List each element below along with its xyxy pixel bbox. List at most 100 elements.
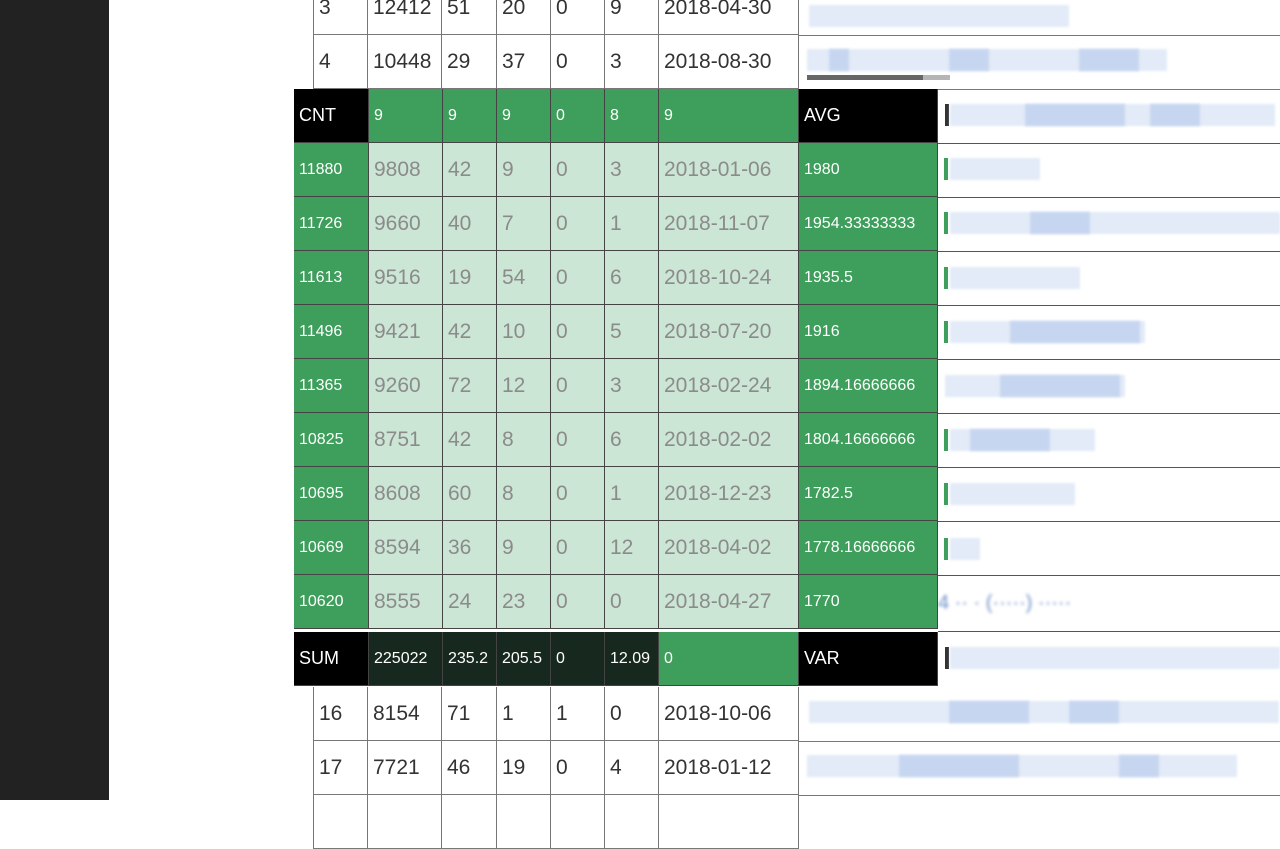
cell-date: 2018-12-23 [659,467,799,521]
cell-value: 9660 [369,197,443,251]
cell-value: 8 [497,467,551,521]
cell-value: 9260 [369,359,443,413]
table-row [0,795,1280,849]
cell-value: 42 [443,413,497,467]
row-id: 4 [313,35,368,89]
cell-date: 2018-02-02 [659,413,799,467]
cell-value: 4 [605,741,659,795]
cnt-value: 9 [497,89,551,143]
link-cell[interactable] [799,687,1280,742]
cnt-value: 8 [605,89,659,143]
avg-value: 1916 [799,305,938,359]
table-row: 16 8154 71 1 1 0 2018-10-06 [0,687,1280,742]
cell-value: 7 [497,197,551,251]
avg-value: 1778.16666666 [799,521,938,575]
cell-value: 0 [551,741,605,795]
sum-value: 0 [551,632,605,686]
cnt-value: 9 [659,89,799,143]
table-row: 4 10448 29 37 0 3 2018-08-30 [0,35,1280,90]
cell-value: 0 [551,143,605,197]
stats-row: 10669 8594 36 9 0 12 2018-04-02 1778.166… [294,521,1280,575]
cell-value: 0 [551,413,605,467]
cell-value: 0 [551,305,605,359]
sum-value: 235.2 [443,632,497,686]
cell-date: 2018-01-12 [659,741,799,795]
stats-footer-row: SUM 225022 235.2 205.5 0 12.09 0 VAR [294,632,1280,686]
cell-value: 9 [497,521,551,575]
left-sidebar [0,0,109,800]
cell-value: 10 [497,305,551,359]
cell-value: 0 [551,359,605,413]
cell-date: 2018-08-30 [659,35,799,89]
cnt-value: 0 [551,89,605,143]
cell-date: 2018-07-20 [659,305,799,359]
cell-date: 2018-11-07 [659,197,799,251]
table-row: 17 7721 46 19 0 4 2018-01-12 [0,741,1280,796]
link-cell[interactable] [799,741,1280,796]
row-key: 10669 [294,521,369,575]
cell-value: 71 [442,687,497,741]
row-key: 10620 [294,575,369,629]
avg-label: AVG [799,89,938,143]
cell-value: 20 [497,0,551,35]
cell-value: 3 [605,143,659,197]
cell-date: 2018-01-06 [659,143,799,197]
cell-value: 8594 [369,521,443,575]
cell-value: 36 [443,521,497,575]
cell-value: 60 [443,467,497,521]
selection-stats-overlay: CNT 9 9 9 0 8 9 AVG 11880 9808 42 9 0 3 … [294,89,938,688]
stats-row: 11613 9516 19 54 0 6 2018-10-24 1935.5 [294,251,1280,305]
avg-value: 1894.16666666 [799,359,938,413]
row-id: 16 [313,687,368,741]
avg-value: 1804.16666666 [799,413,938,467]
row-key: 11880 [294,143,369,197]
cell-value: 6 [605,413,659,467]
stats-row: 11496 9421 42 10 0 5 2018-07-20 1916 [294,305,1280,359]
cell-value: 7721 [368,741,442,795]
table-row: 3 12412 51 20 0 9 2018-04-30 [0,0,1280,36]
sum-value: 225022 [369,632,443,686]
cell-date: 2018-10-06 [659,687,799,741]
cell-value: 3 [605,35,659,89]
sum-value: 12.09 [605,632,659,686]
cell-value: 1 [605,197,659,251]
avg-value: 1980 [799,143,938,197]
cell-value: 0 [551,467,605,521]
cell-value: 42 [443,143,497,197]
row-key: 10695 [294,467,369,521]
cell-date: 2018-10-24 [659,251,799,305]
cell-value: 19 [443,251,497,305]
stats-row: 10825 8751 42 8 0 6 2018-02-02 1804.1666… [294,413,1280,467]
cell-value: 23 [497,575,551,629]
stats-row: 10620 8555 24 23 0 0 2018-04-27 1770 [294,575,1280,629]
scrollbar-thumb[interactable] [807,75,923,80]
stats-header-row: CNT 9 9 9 0 8 9 AVG [294,89,1280,143]
cell-date: 2018-04-02 [659,521,799,575]
avg-value: 1770 [799,575,938,629]
link-cell[interactable] [799,0,1280,36]
row-key: 11613 [294,251,369,305]
row-key: 11726 [294,197,369,251]
cell-value: 0 [551,35,605,89]
var-label: VAR [799,632,938,686]
cell-value: 29 [442,35,497,89]
cell-value: 46 [442,741,497,795]
cell-value: 8 [497,413,551,467]
cell-value: 51 [442,0,497,35]
row-id: 17 [313,741,368,795]
cell-value: 8608 [369,467,443,521]
cell-value: 1 [605,467,659,521]
cell-value: 8555 [369,575,443,629]
stats-row: 11365 9260 72 12 0 3 2018-02-24 1894.166… [294,359,1280,413]
cell-value: 1 [551,687,605,741]
sum-label: SUM [294,632,369,686]
cell-value: 12 [605,521,659,575]
link-cell[interactable] [799,35,1280,90]
sum-value: 205.5 [497,632,551,686]
cell-value: 9516 [369,251,443,305]
sum-value: 0 [659,632,799,686]
cell-value: 24 [443,575,497,629]
stats-row: 10695 8608 60 8 0 1 2018-12-23 1782.5 [294,467,1280,521]
avg-value: 1935.5 [799,251,938,305]
cell-value: 0 [551,521,605,575]
